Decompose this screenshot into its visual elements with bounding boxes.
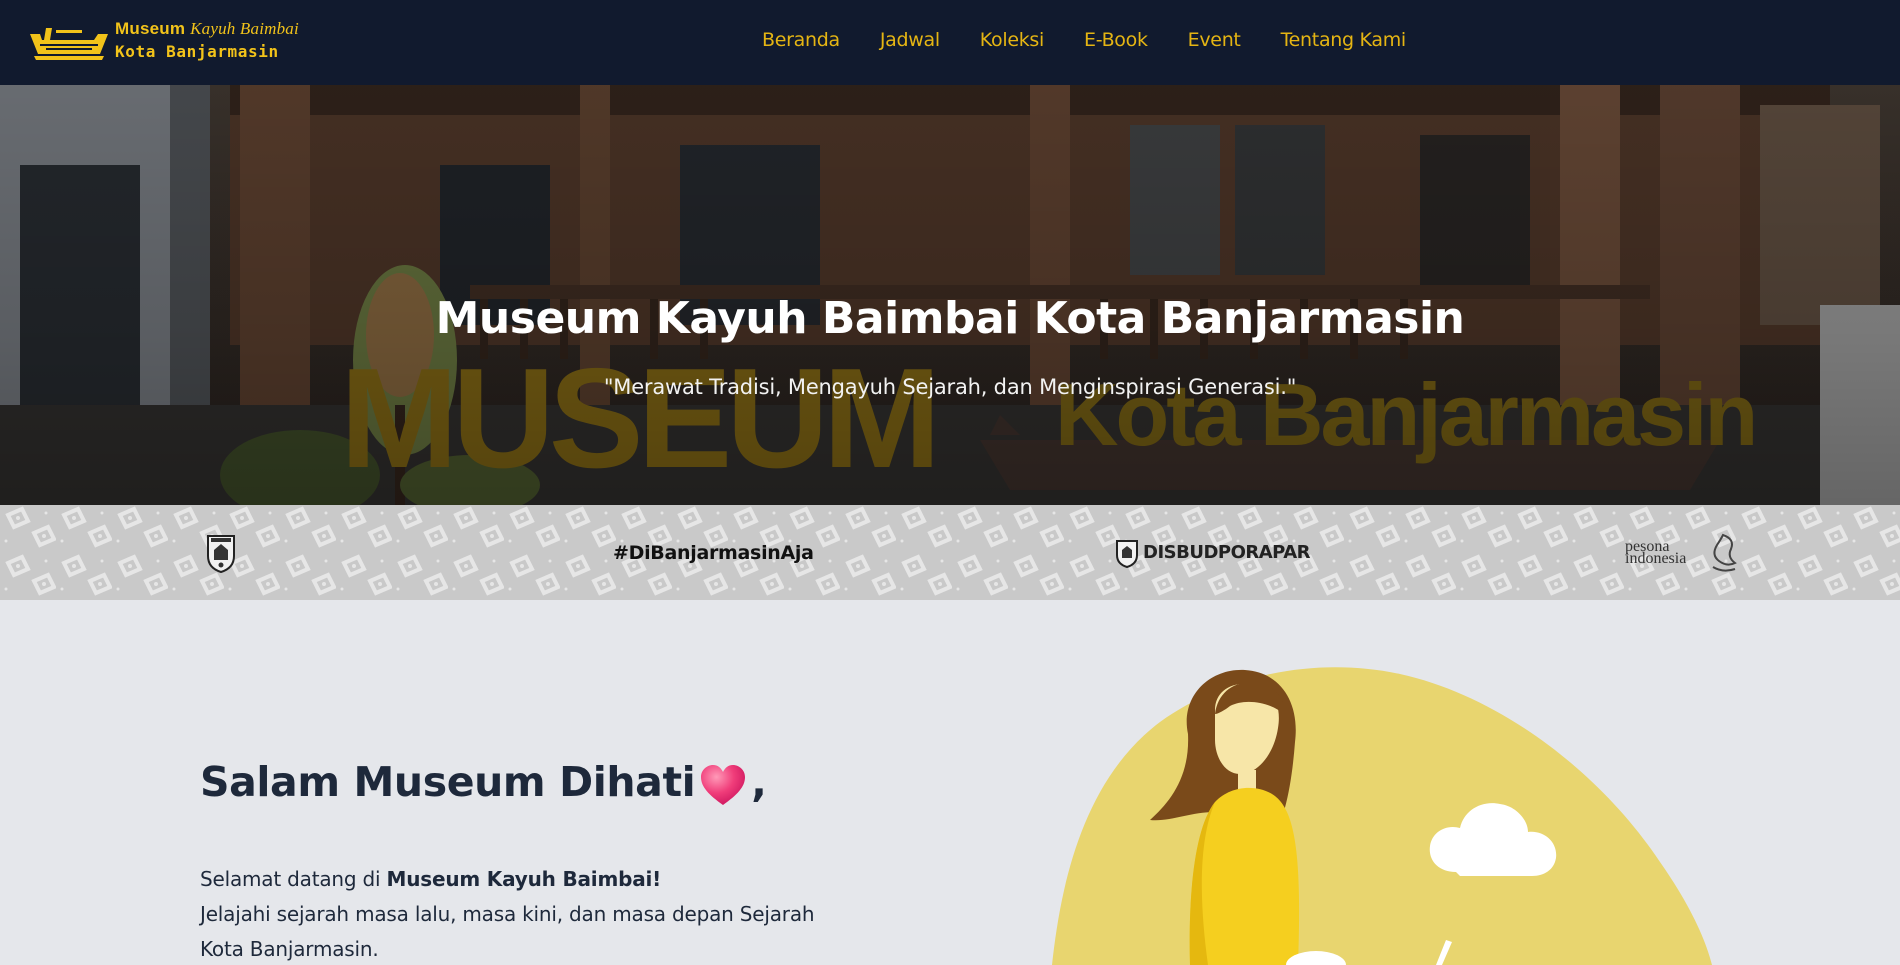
nav-jadwal[interactable]: Jadwal xyxy=(880,29,940,51)
partner-logo-strip: #DiBanjarmasinAja DISBUDPORAPAR pesona i… xyxy=(0,505,1900,600)
nav-event[interactable]: Event xyxy=(1188,29,1241,51)
partner-hashtag[interactable]: #DiBanjarmasinAja xyxy=(613,505,814,600)
nav-ebook[interactable]: E-Book xyxy=(1084,29,1148,51)
partner-pesona-indonesia[interactable]: pesona indonesia xyxy=(1625,505,1741,600)
disbudporapar-crest-icon xyxy=(1116,539,1138,568)
top-navbar: Museum Kayuh Baimbai Kota Banjarmasin Be… xyxy=(0,0,1900,85)
welcome-intro: Selamat datang di Museum Kayuh Baimbai! … xyxy=(200,867,815,961)
boat-logo-icon xyxy=(30,28,108,60)
main-nav: Beranda Jadwal Koleksi E-Book Event Tent… xyxy=(762,29,1406,51)
batik-pattern-background xyxy=(0,505,1900,600)
nav-beranda[interactable]: Beranda xyxy=(762,29,840,51)
pesona-indonesia-icon xyxy=(1712,533,1737,572)
logo-text-line1: Museum Kayuh Baimbai xyxy=(115,19,299,38)
hero-subtitle: "Merawat Tradisi, Mengayuh Sejarah, dan … xyxy=(603,375,1297,399)
woman-reading-illustration xyxy=(1052,667,1712,965)
museum-logo[interactable]: Museum Kayuh Baimbai Kota Banjarmasin xyxy=(28,18,299,66)
hero-banner: MUSEUM Kota Banjarmasin Museum Kayuh Bai… xyxy=(0,85,1900,505)
heart-icon xyxy=(701,765,746,805)
welcome-section: Salam Museum Dihati , Selamat datang di … xyxy=(0,600,1900,965)
nav-koleksi[interactable]: Koleksi xyxy=(980,29,1044,51)
welcome-heading: Salam Museum Dihati , xyxy=(200,758,767,806)
banjarmasin-crest-icon xyxy=(207,534,235,573)
logo-text-line2: Kota Banjarmasin xyxy=(115,42,279,61)
partner-banjarmasin[interactable] xyxy=(205,505,237,600)
nav-tentang-kami[interactable]: Tentang Kami xyxy=(1281,29,1407,51)
partner-disbudporapar[interactable]: DISBUDPORAPAR xyxy=(1115,505,1311,600)
hero-title: Museum Kayuh Baimbai Kota Banjarmasin xyxy=(435,293,1465,344)
